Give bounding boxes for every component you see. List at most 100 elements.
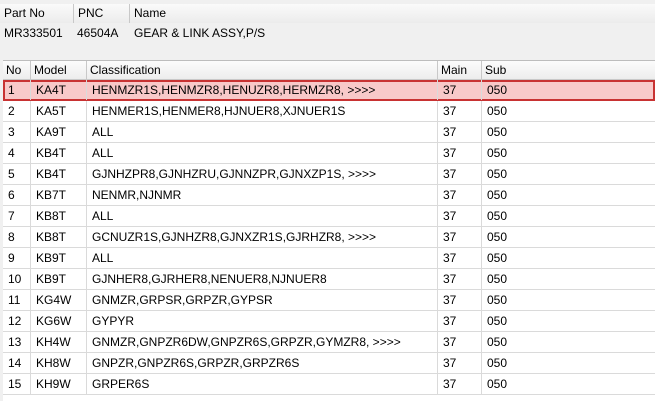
cell-classification: GCNUZR1S,GJNHZR8,GJNXZR1S,GJRHZR8, >>>> bbox=[87, 227, 438, 247]
cell-sub: 050 bbox=[487, 251, 508, 265]
cell-main: 37 bbox=[438, 332, 482, 352]
cell-model: KB9T bbox=[31, 248, 87, 268]
table-row[interactable]: 6 KB7T NENMR,NJNMR 37 050 bbox=[3, 185, 655, 206]
cell-main: 37 bbox=[438, 164, 482, 184]
cell-no: 5 bbox=[3, 164, 31, 184]
table-row[interactable]: 13 KH4W GNMZR,GNPZR6DW,GNPZR6S,GRPZR,GYMZR… bbox=[3, 332, 655, 353]
cell-sub: 050 bbox=[487, 167, 508, 181]
cell-model: KB8T bbox=[31, 227, 87, 247]
table-row[interactable]: 15 KH9W GRPER6S 37 050 bbox=[3, 374, 655, 395]
cell-classification: HENMZR1S,HENMZR8,HENUZR8,HERMZR8, >>>> bbox=[87, 80, 438, 100]
cell-sub: 050 bbox=[487, 125, 508, 139]
cell-model: KH9W bbox=[31, 374, 87, 394]
cell-sub: 050 bbox=[487, 83, 508, 97]
table-row[interactable]: 14 KH8W GNPZR,GNPZR6S,GRPZR,GRPZR6S 37 050 bbox=[3, 353, 655, 374]
cell-classification: GRPER6S bbox=[87, 374, 438, 394]
cell-main: 37 bbox=[438, 374, 482, 394]
table-row[interactable]: 3 KA9T ALL 37 050 bbox=[3, 122, 655, 143]
cell-classification: HENMER1S,HENMER8,HJNUER8,XJNUER1S bbox=[87, 101, 438, 121]
cell-model: KG6W bbox=[31, 311, 87, 331]
cell-no: 6 bbox=[3, 185, 31, 205]
table-row[interactable]: 12 KG6W GYPYR 37 050 bbox=[3, 311, 655, 332]
cell-no: 8 bbox=[3, 227, 31, 247]
col-main-header[interactable]: Main bbox=[438, 61, 482, 79]
cell-sub: 050 bbox=[487, 188, 508, 202]
part-no-value: MR333501 bbox=[4, 26, 63, 40]
cell-classification: GNPZR,GNPZR6S,GRPZR,GRPZR6S bbox=[87, 353, 438, 373]
cell-sub: 050 bbox=[487, 356, 508, 370]
cell-main: 37 bbox=[438, 269, 482, 289]
cell-no: 7 bbox=[3, 206, 31, 226]
cell-model: KH4W bbox=[31, 332, 87, 352]
table-row[interactable]: 10 KB9T GJNHER8,GJRHER8,NENUER8,NJNUER8 37 0… bbox=[3, 269, 655, 290]
table-row[interactable]: 4 KB4T ALL 37 050 bbox=[3, 143, 655, 164]
cell-sub: 050 bbox=[487, 104, 508, 118]
cell-main: 37 bbox=[438, 101, 482, 121]
cell-classification: GNMZR,GNPZR6DW,GNPZR6S,GRPZR,GYMZR8, >>>… bbox=[87, 332, 438, 352]
cell-sub: 050 bbox=[487, 272, 508, 286]
pnc-header[interactable]: PNC bbox=[74, 4, 130, 23]
table-row[interactable]: 1 KA4T HENMZR1S,HENMZR8,HENUZR8,HERMZR8, >… bbox=[3, 80, 655, 101]
cell-no: 10 bbox=[3, 269, 31, 289]
cell-classification: GYPYR bbox=[87, 311, 438, 331]
cell-classification: ALL bbox=[87, 122, 438, 142]
cell-no: 13 bbox=[3, 332, 31, 352]
table-row[interactable]: 2 KA5T HENMER1S,HENMER8,HJNUER8,XJNUER1S 37… bbox=[3, 101, 655, 122]
cell-main: 37 bbox=[438, 248, 482, 268]
cell-no: 3 bbox=[3, 122, 31, 142]
table-row[interactable]: 9 KB9T ALL 37 050 bbox=[3, 248, 655, 269]
cell-classification: ALL bbox=[87, 206, 438, 226]
cell-no: 4 bbox=[3, 143, 31, 163]
part-header-columns: Part No PNC Name bbox=[0, 4, 655, 23]
table-row[interactable]: 11 KG4W GNMZR,GRPSR,GRPZR,GYPSR 37 050 bbox=[3, 290, 655, 311]
cell-no: 2 bbox=[3, 101, 31, 121]
cell-classification: NENMR,NJNMR bbox=[87, 185, 438, 205]
col-sub-header[interactable]: Sub bbox=[482, 61, 655, 79]
cell-sub: 050 bbox=[487, 314, 508, 328]
cell-classification: ALL bbox=[87, 143, 438, 163]
cell-classification: ALL bbox=[87, 248, 438, 268]
cell-main: 37 bbox=[438, 185, 482, 205]
table-row[interactable]: 8 KB8T GCNUZR1S,GJNHZR8,GJNXZR1S,GJRHZR8, … bbox=[3, 227, 655, 248]
cell-classification: GJNHZPR8,GJNHZRU,GJNNZPR,GJNXZP1S, >>>> bbox=[87, 164, 438, 184]
cell-model: KA9T bbox=[31, 122, 87, 142]
cell-sub: 050 bbox=[487, 146, 508, 160]
cell-sub: 050 bbox=[487, 335, 508, 349]
cell-classification: GNMZR,GRPSR,GRPZR,GYPSR bbox=[87, 290, 438, 310]
cell-no: 9 bbox=[3, 248, 31, 268]
cell-model: KH8W bbox=[31, 353, 87, 373]
cell-model: KB4T bbox=[31, 164, 87, 184]
cell-main: 37 bbox=[438, 290, 482, 310]
cell-model: KB4T bbox=[31, 143, 87, 163]
col-model-header[interactable]: Model bbox=[31, 61, 87, 79]
table-row[interactable]: 5 KB4T GJNHZPR8,GJNHZRU,GJNNZPR,GJNXZP1S, … bbox=[3, 164, 655, 185]
cell-main: 37 bbox=[438, 353, 482, 373]
model-table: No Model Classification Main Sub 1 KA4T HE… bbox=[3, 60, 655, 401]
name-header[interactable]: Name bbox=[130, 4, 655, 23]
cell-sub: 050 bbox=[487, 230, 508, 244]
cell-model: KA4T bbox=[31, 80, 87, 100]
cell-no: 14 bbox=[3, 353, 31, 373]
cell-sub: 050 bbox=[487, 209, 508, 223]
cell-no: 1 bbox=[3, 80, 31, 100]
cell-model: KB7T bbox=[31, 185, 87, 205]
col-classification-header[interactable]: Classification bbox=[87, 61, 438, 79]
cell-main: 37 bbox=[438, 206, 482, 226]
pnc-value: 46504A bbox=[77, 26, 119, 40]
cell-sub: 050 bbox=[487, 293, 508, 307]
part-no-header[interactable]: Part No bbox=[0, 4, 74, 23]
cell-no: 15 bbox=[3, 374, 31, 394]
cell-main: 37 bbox=[438, 227, 482, 247]
name-value: GEAR & LINK ASSY,P/S bbox=[134, 26, 266, 40]
cell-model: KB9T bbox=[31, 269, 87, 289]
cell-model: KA5T bbox=[31, 101, 87, 121]
table-header: No Model Classification Main Sub bbox=[3, 61, 655, 80]
cell-main: 37 bbox=[438, 143, 482, 163]
cell-no: 11 bbox=[3, 290, 31, 310]
col-no-header[interactable]: No bbox=[3, 61, 31, 79]
cell-no: 12 bbox=[3, 311, 31, 331]
cell-main: 37 bbox=[438, 311, 482, 331]
cell-classification: GJNHER8,GJRHER8,NENUER8,NJNUER8 bbox=[87, 269, 438, 289]
cell-main: 37 bbox=[438, 80, 482, 100]
table-row[interactable]: 7 KB8T ALL 37 050 bbox=[3, 206, 655, 227]
